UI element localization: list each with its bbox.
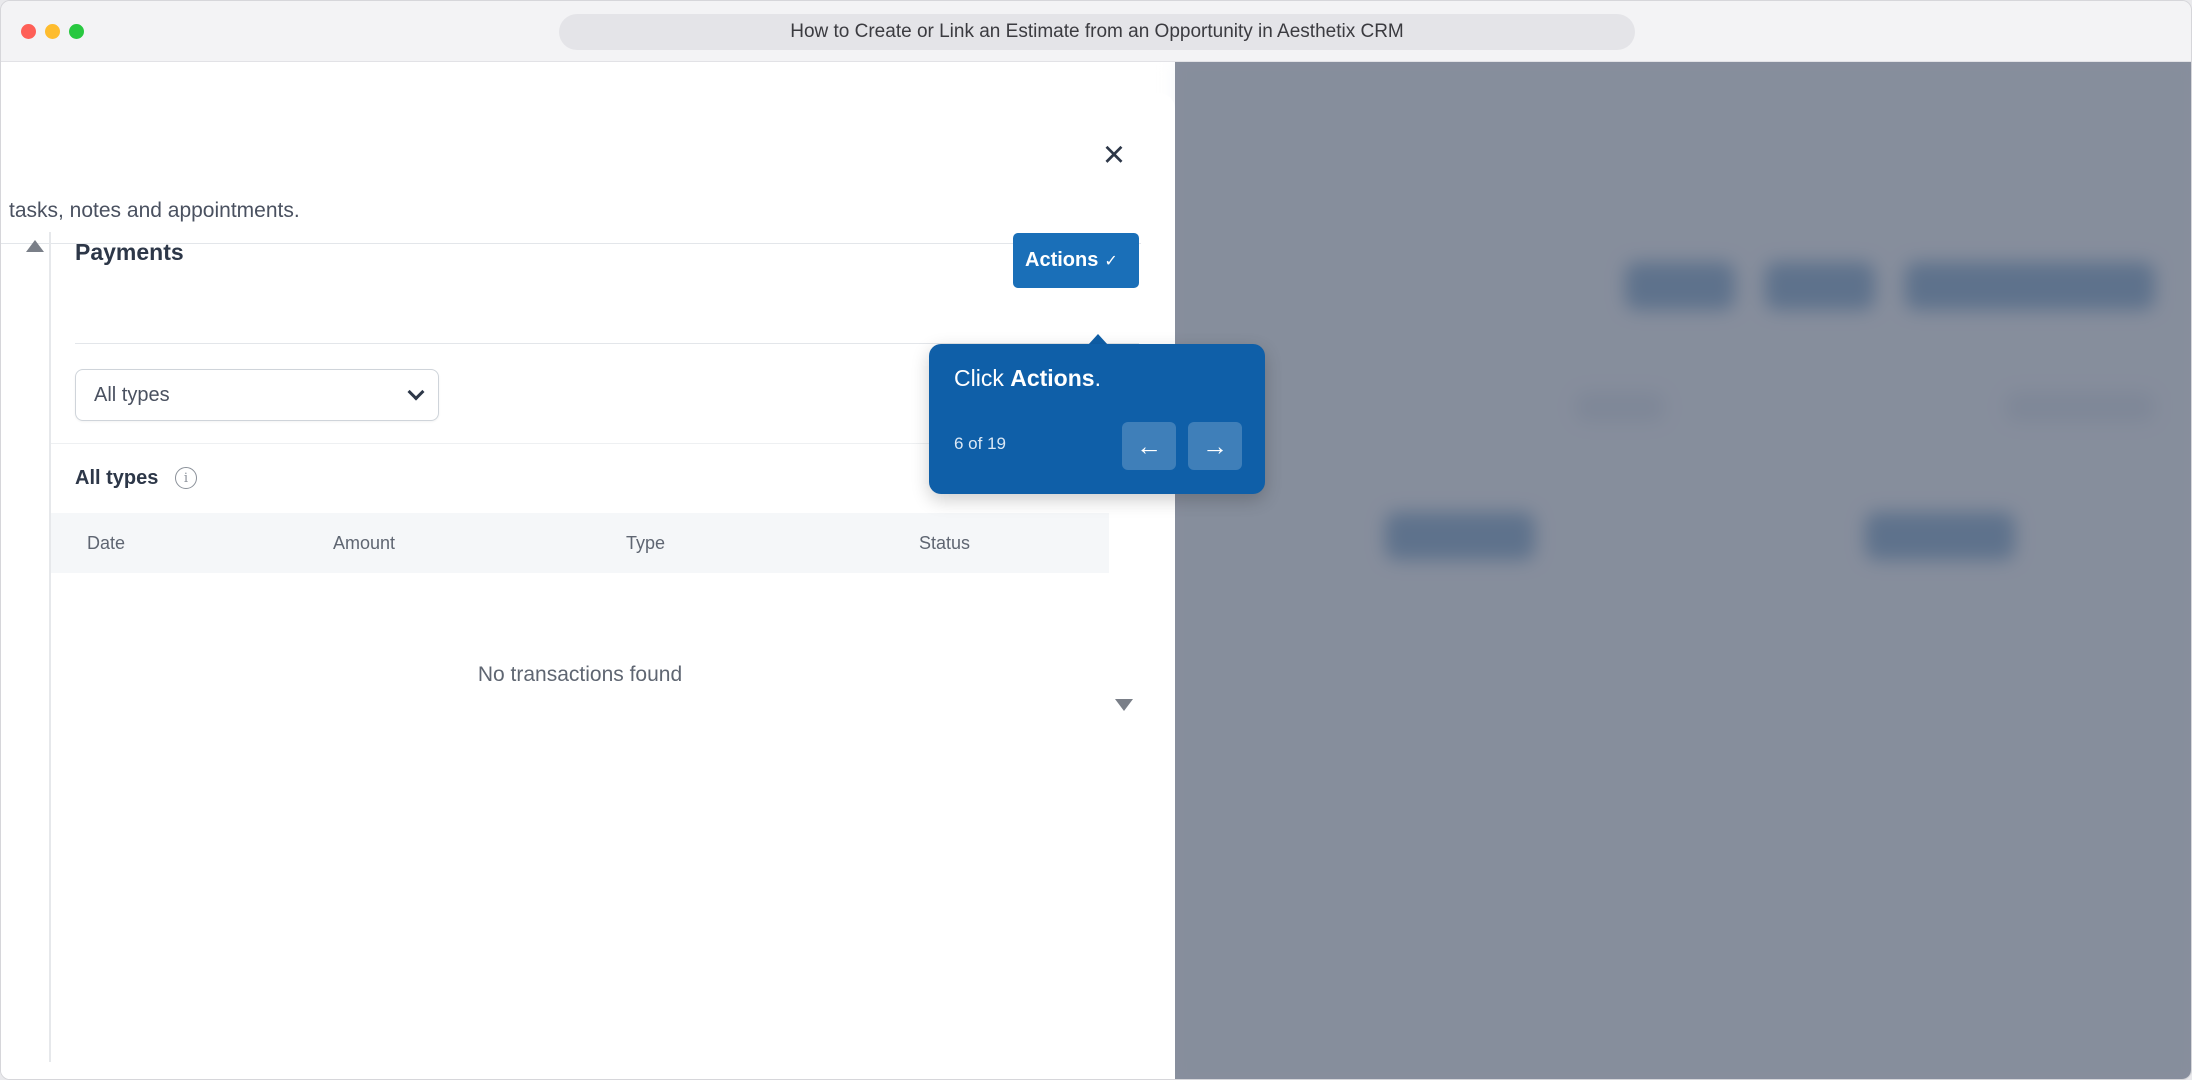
tooltip-prefix: Click — [954, 365, 1011, 391]
maximize-window-icon[interactable] — [69, 24, 84, 39]
close-icon[interactable]: × — [1097, 136, 1131, 174]
page-viewport: × tasks, notes and appointments. Payment… — [1, 62, 2191, 1079]
close-window-icon[interactable] — [21, 24, 36, 39]
payments-title: Payments — [75, 239, 184, 265]
minimize-window-icon[interactable] — [45, 24, 60, 39]
tooltip-step-counter: 6 of 19 — [954, 434, 1006, 453]
column-header-date[interactable]: Date — [87, 533, 125, 554]
empty-state-message: No transactions found — [477, 663, 683, 686]
scroll-down-icon[interactable] — [1115, 699, 1133, 711]
chevron-down-icon: ✓ — [1104, 252, 1118, 270]
column-header-type[interactable]: Type — [626, 533, 665, 554]
tooltip-suffix: . — [1094, 365, 1101, 391]
next-step-button[interactable]: → — [1188, 422, 1242, 470]
type-filter-select[interactable]: All types — [75, 369, 439, 421]
type-filter-value: All types — [94, 383, 170, 406]
modal-overlay[interactable] — [1175, 62, 2191, 1079]
column-header-amount[interactable]: Amount — [333, 533, 395, 554]
arrow-left-icon: ← — [1136, 430, 1162, 461]
address-bar[interactable]: How to Create or Link an Estimate from a… — [559, 14, 1635, 50]
info-icon[interactable]: i — [175, 467, 197, 489]
window-title: How to Create or Link an Estimate from a… — [790, 21, 1404, 42]
transactions-table-header: Date Amount Type Status — [51, 513, 1109, 573]
actions-button[interactable]: Actions ✓ — [1013, 233, 1139, 288]
previous-step-button[interactable]: ← — [1122, 422, 1176, 470]
tooltip-target: Actions — [1010, 365, 1095, 391]
types-heading: All types — [75, 467, 159, 489]
arrow-right-icon: → — [1202, 430, 1228, 461]
browser-window: How to Create or Link an Estimate from a… — [0, 0, 2192, 1080]
column-header-status[interactable]: Status — [919, 533, 970, 554]
chevron-down-icon — [407, 383, 425, 401]
scroll-up-icon[interactable] — [26, 240, 44, 252]
guide-tooltip: Click Actions. 6 of 19 ← → — [929, 344, 1265, 494]
transactions-table-body: No transactions found — [51, 573, 1109, 753]
actions-button-label: Actions — [1025, 249, 1099, 271]
title-bar: How to Create or Link an Estimate from a… — [1, 1, 2191, 62]
tooltip-instruction: Click Actions. — [954, 365, 1101, 392]
drawer-subtitle: tasks, notes and appointments. — [9, 199, 300, 222]
